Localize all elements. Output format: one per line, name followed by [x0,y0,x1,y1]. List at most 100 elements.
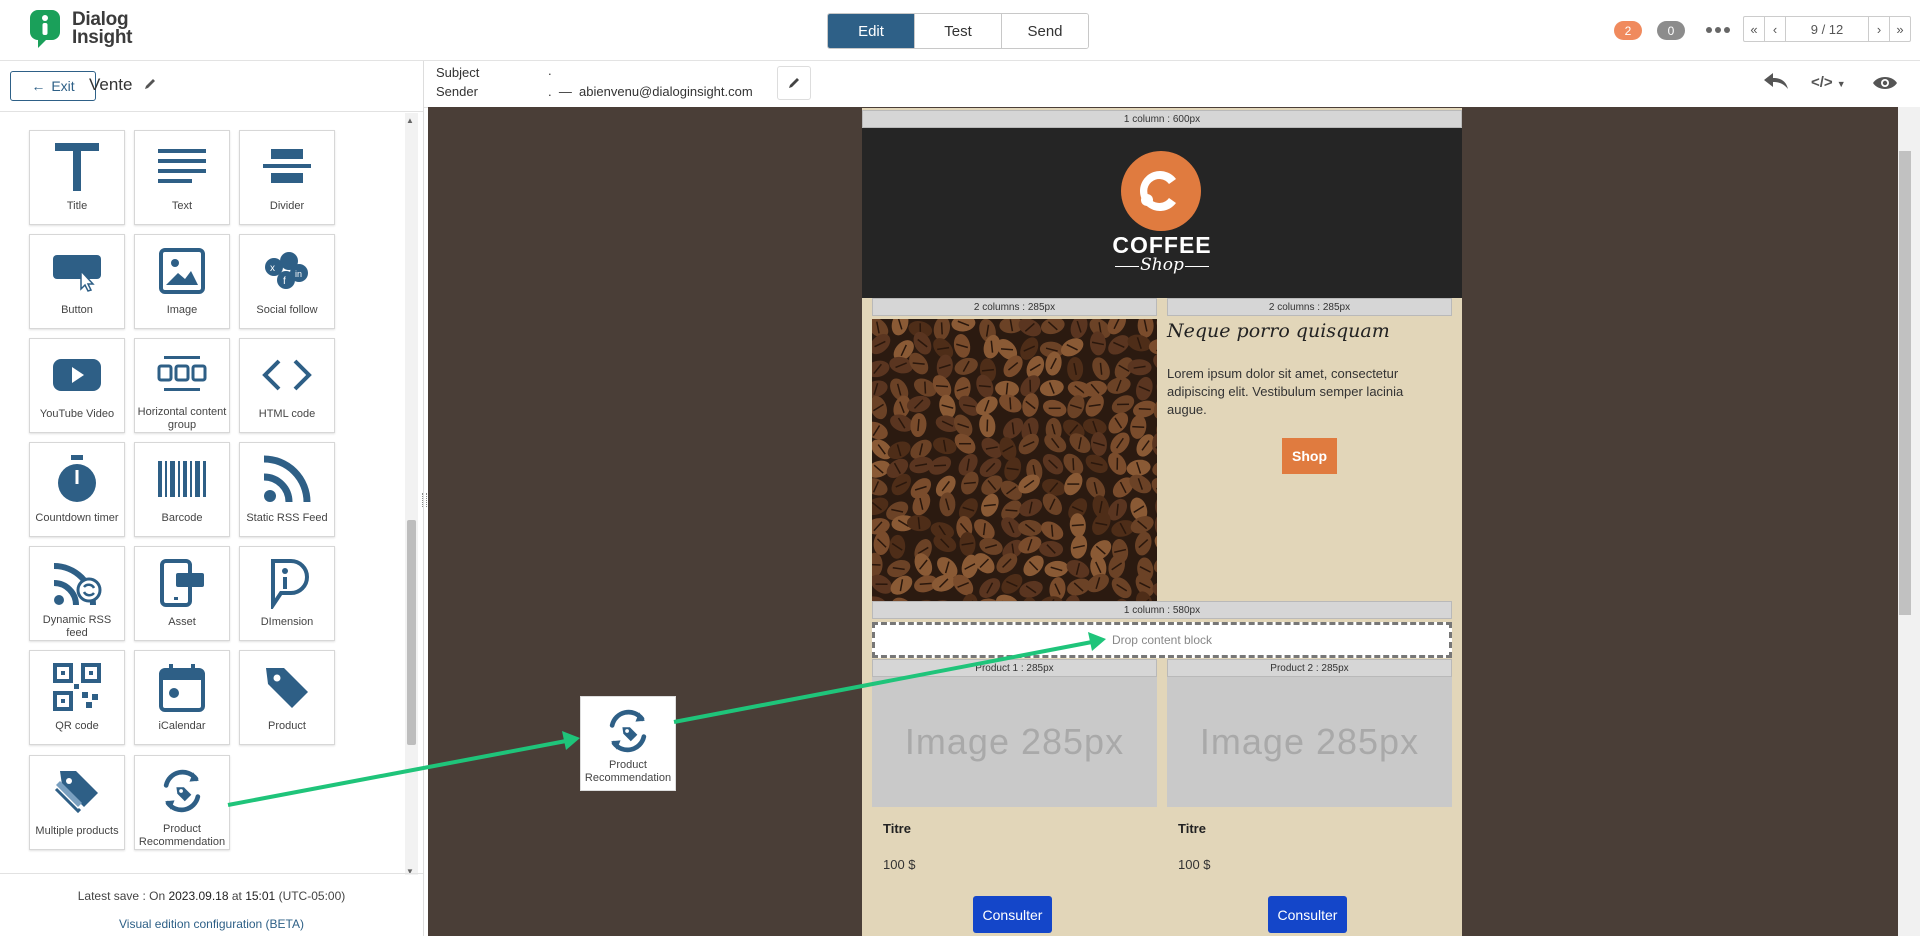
block-tile-divider[interactable]: Divider [239,130,335,225]
product2-consult-button[interactable]: Consulter [1268,896,1347,933]
canvas-scrollbar-thumb[interactable] [1899,151,1911,615]
save-time: 15:01 [245,889,276,903]
block-tile-text[interactable]: Text [134,130,230,225]
notification-badge-orange[interactable]: 2 [1614,21,1642,40]
block-tile-label: Horizontal content group [137,406,227,431]
block-tile-asset[interactable]: Asset [134,546,230,641]
svg-text:in: in [295,269,302,279]
block-tile-product[interactable]: Product [239,650,335,745]
stopwatch-icon [47,449,107,509]
product2-price[interactable]: 100 $ [1178,857,1211,872]
panel-resize-handle[interactable] [422,493,427,507]
more-options-icon[interactable] [1705,21,1731,39]
sender-value: . — abienvenu@dialoginsight.com [548,84,753,99]
brand-line2: Insight [72,27,133,48]
preview-eye-icon[interactable] [1872,74,1898,97]
block-tile-html-code[interactable]: HTML code [239,338,335,433]
first-page-button[interactable]: « [1744,17,1765,41]
block-tile-static-rss-feed[interactable]: Static RSS Feed [239,442,335,537]
asset-icon [152,553,212,613]
next-page-button[interactable]: › [1869,17,1890,41]
panel-divider [0,111,423,112]
panel-scrollbar[interactable] [405,113,418,875]
code-icon: </> [1811,74,1833,91]
panel-scrollbar-thumb[interactable] [407,520,416,745]
svg-text:x: x [270,263,275,274]
panel-bottom-divider [0,873,423,874]
block-tile-label: Product [268,720,306,732]
campaign-name-text: Vente [89,75,133,94]
coffee-beans-image[interactable] [872,319,1157,601]
block-tile-social-follow[interactable]: x in f Social follow [239,234,335,329]
block-tile-youtube-video[interactable]: YouTube Video [29,338,125,433]
visual-config-link[interactable]: Visual edition configuration (BETA) [0,917,423,931]
html-code-icon [257,345,317,405]
exit-button[interactable]: ← Exit [10,71,96,101]
coffee-shop-logo-icon [1121,151,1201,231]
section-bar-col-left[interactable]: 2 columns : 285px [872,298,1157,316]
product-recommendation-icon [600,703,656,759]
block-tile-product-recommendation[interactable]: Product Recommendation [134,755,230,850]
drop-content-zone[interactable]: Drop content block [872,622,1452,658]
block-tile-dimension[interactable]: DImension [239,546,335,641]
product-recommendation-icon [152,762,212,820]
product1-consult-button[interactable]: Consulter [973,896,1052,933]
subject-value: . [548,63,552,78]
page-indicator[interactable]: 9 / 12 [1786,17,1869,41]
block-tile-label: Text [171,200,193,212]
block-tile-label: Countdown timer [35,512,119,524]
section-bar-580[interactable]: 1 column : 580px [872,601,1452,619]
dragging-block-ghost[interactable]: Product Recommendation [580,696,676,791]
block-tile-label: DImension [260,616,314,628]
block-tile-barcode[interactable]: Barcode [134,442,230,537]
edit-header-button[interactable] [777,66,811,100]
scroll-down-icon[interactable]: ▼ [406,867,414,876]
product1-price[interactable]: 100 $ [883,857,916,872]
product-tag-icon [257,657,317,717]
prev-page-button[interactable]: ‹ [1765,17,1786,41]
tab-test[interactable]: Test [915,14,1002,48]
product2-bar[interactable]: Product 2 : 285px [1167,659,1452,677]
block-tile-countdown-timer[interactable]: Countdown timer [29,442,125,537]
section-body-text[interactable]: Lorem ipsum dolor sit amet, consectetur … [1167,365,1437,419]
code-view-button[interactable]: </> ▼ [1811,74,1846,91]
tab-edit[interactable]: Edit [828,14,915,48]
canvas-scrollbar[interactable] [1898,107,1920,936]
block-tile-label: Static RSS Feed [246,512,328,524]
multiple-tags-icon [47,762,107,822]
block-tile-horizontal-content-group[interactable]: Horizontal content group [134,338,230,433]
block-tile-label: HTML code [258,408,316,420]
product2-title[interactable]: Titre [1178,821,1206,836]
calendar-icon [152,657,212,717]
block-tile-label: Asset [168,616,196,628]
block-tile-label: Button [61,304,93,316]
dimension-icon [257,553,317,613]
notification-badge-gray[interactable]: 0 [1657,21,1685,40]
shop-button[interactable]: Shop [1282,438,1337,474]
button-icon [47,241,107,301]
section-bar-600[interactable]: 1 column : 600px [862,110,1462,128]
tab-send[interactable]: Send [1002,14,1088,48]
block-tile-icalendar[interactable]: iCalendar [134,650,230,745]
arrow-left-icon: ← [31,78,46,94]
block-tile-multiple-products[interactable]: Multiple products [29,755,125,850]
section-heading[interactable]: Neque porro quisquam [1167,320,1452,342]
block-tile-label: Multiple products [35,825,119,837]
svg-text:f: f [283,276,286,287]
pencil-icon[interactable] [143,77,157,91]
product1-image-placeholder[interactable]: Image 285px [872,677,1157,807]
scroll-up-icon[interactable]: ▲ [406,116,414,125]
block-tile-title[interactable]: Title [29,130,125,225]
undo-icon[interactable] [1762,70,1790,97]
product1-title[interactable]: Titre [883,821,911,836]
last-page-button[interactable]: » [1890,17,1910,41]
block-tile-qr-code[interactable]: QR code [29,650,125,745]
block-tile-image[interactable]: Image [134,234,230,329]
save-date: 2023.09.18 [168,889,229,903]
block-tile-dynamic-rss-feed[interactable]: Dynamic RSS feed [29,546,125,641]
section-bar-col-right[interactable]: 2 columns : 285px [1167,298,1452,316]
product2-image-placeholder[interactable]: Image 285px [1167,677,1452,807]
block-tile-label: Social follow [256,304,318,316]
block-tile-button[interactable]: Button [29,234,125,329]
product1-bar[interactable]: Product 1 : 285px [872,659,1157,677]
